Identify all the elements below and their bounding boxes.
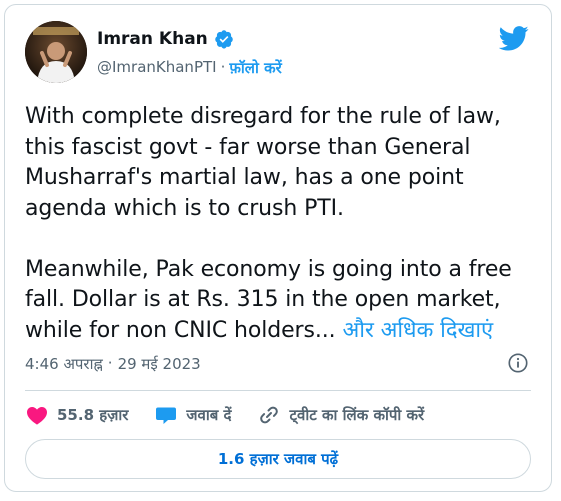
like-count: 55.8 हज़ार <box>57 406 129 424</box>
author-name-row: Imran Khan <box>97 29 234 49</box>
tweet-text: With complete disregard for the rule of … <box>25 102 545 346</box>
author-handle[interactable]: @ImranKhanPTI <box>97 58 217 78</box>
reply-button[interactable]: जवाब दें <box>154 403 231 427</box>
read-replies-button[interactable]: 1.6 हज़ार जवाब पढ़ें <box>25 439 531 479</box>
author-name[interactable]: Imran Khan <box>97 29 208 49</box>
verified-badge-icon <box>215 30 233 49</box>
tweet-actions: 55.8 हज़ार जवाब दें ट्वीट का लिंक कॉपी क… <box>25 401 450 429</box>
author-handle-row: @ImranKhanPTI · फ़ॉलो करें <box>97 58 282 78</box>
link-icon <box>260 406 279 424</box>
separator-dot: · <box>220 58 226 76</box>
divider <box>25 390 531 391</box>
like-button[interactable]: 55.8 हज़ार <box>25 403 128 427</box>
avatar-image <box>25 21 87 83</box>
heart-icon <box>27 407 47 425</box>
tweet-date: 29 मई 2023 <box>117 355 201 373</box>
tweet-card: Imran Khan @ImranKhanPTI · फ़ॉलो करें Wi… <box>4 4 552 492</box>
copy-link-button[interactable]: ट्वीट का लिंक कॉपी करें <box>257 403 424 427</box>
twitter-bird-icon[interactable] <box>499 23 529 53</box>
show-more-link[interactable]: और अधिक दिखाएं <box>342 318 493 343</box>
reply-bubble-icon <box>156 407 177 424</box>
read-replies-label: 1.6 हज़ार जवाब पढ़ें <box>217 450 339 468</box>
tweet-body: With complete disregard for the rule of … <box>25 104 512 343</box>
follow-button[interactable]: फ़ॉलो करें <box>229 58 281 78</box>
tweet-time: 4:46 अपराह्न <box>25 355 103 373</box>
tweet-timestamp[interactable]: 4:46 अपराह्न · 29 मई 2023 <box>25 354 201 374</box>
avatar[interactable] <box>25 21 87 83</box>
timestamp-dot: · <box>107 354 113 372</box>
info-icon[interactable] <box>507 352 529 374</box>
reply-label: जवाब दें <box>186 406 232 424</box>
copy-link-label: ट्वीट का लिंक कॉपी करें <box>289 406 425 424</box>
